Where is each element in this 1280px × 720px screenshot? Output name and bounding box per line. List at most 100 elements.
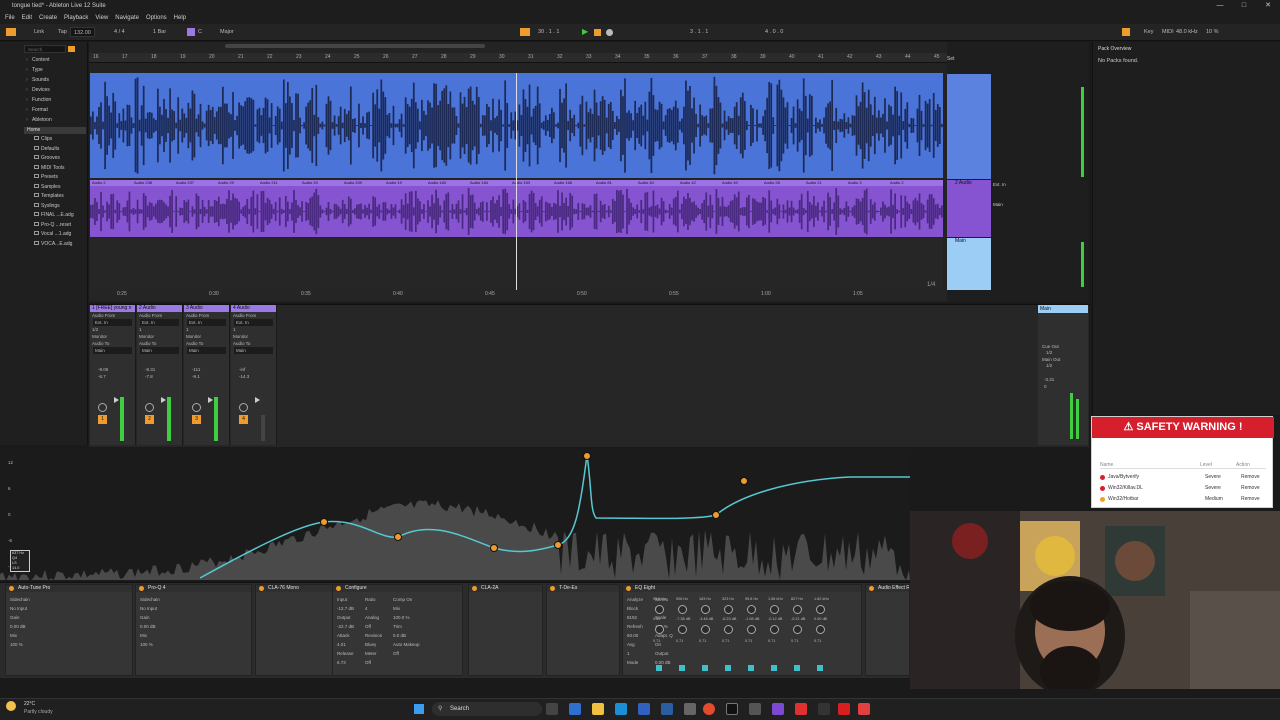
device-power-icon[interactable] <box>626 586 631 591</box>
pan-knob[interactable] <box>145 403 154 412</box>
menu-file[interactable]: File <box>5 12 15 24</box>
eq-band-gain[interactable]: -0.21 dB <box>791 617 805 621</box>
browser-filter-4[interactable]: › Function <box>26 97 51 103</box>
safety-warning-popup[interactable]: ⚠ SAFETY WARNING ! Name Level Action Jav… <box>1091 416 1274 508</box>
eq-band-gain-knob[interactable] <box>724 625 733 634</box>
link-button[interactable]: Link <box>34 27 44 37</box>
eq-band-gain-knob[interactable] <box>747 625 756 634</box>
scale-select[interactable]: Major <box>220 27 234 37</box>
menu-navigate[interactable]: Navigate <box>115 12 139 24</box>
fader-handle[interactable] <box>208 397 213 403</box>
browser-filter-1[interactable]: › Type <box>26 67 43 73</box>
device-power-icon[interactable] <box>139 586 144 591</box>
browser-item[interactable]: Defaults <box>34 145 59 152</box>
browser-item[interactable]: VOCA...E.adg <box>34 240 72 247</box>
eq-band-q[interactable]: 0.71 <box>676 639 683 643</box>
input-select[interactable]: Ext. In <box>93 319 132 326</box>
device-title[interactable]: T-De-Es <box>547 585 619 592</box>
device-param[interactable]: Mix <box>10 633 17 638</box>
warning-row[interactable]: Win32/Hotbar Medium Remove <box>1100 496 1266 502</box>
browser-filter-6[interactable]: › Abletoon <box>26 117 52 123</box>
start-icon[interactable] <box>414 704 424 714</box>
volume-value[interactable]: -inf <box>231 366 276 373</box>
eq-band-gain[interactable]: -3.48 dB <box>699 617 713 621</box>
warning-row[interactable]: Java/Bytverify Severe Remove <box>1100 474 1266 480</box>
store-icon[interactable] <box>638 703 650 715</box>
discord-icon[interactable] <box>772 703 784 715</box>
device-param[interactable]: 1 <box>627 651 630 656</box>
key-select[interactable]: C <box>198 27 202 37</box>
browser-item[interactable]: FINAL ...E.adg <box>34 212 74 218</box>
eq-curve[interactable] <box>0 450 910 582</box>
device-power-icon[interactable] <box>336 586 341 591</box>
input-channel-select[interactable]: 1 <box>137 326 182 333</box>
eq-band-gain-knob[interactable] <box>770 625 779 634</box>
track-2-output[interactable]: Main <box>993 202 1003 207</box>
track-2-input[interactable]: Ext. In <box>993 182 1006 187</box>
eq-band-gain-knob[interactable] <box>816 625 825 634</box>
device-param[interactable]: Off <box>393 651 399 656</box>
eq-band-number[interactable] <box>794 665 800 671</box>
input-channel-select[interactable]: 1 <box>184 326 229 333</box>
weather-temp[interactable]: 22°C <box>24 701 35 707</box>
cue-out-select[interactable]: 1/2 <box>1044 349 1052 356</box>
input-channel-select[interactable]: 1/2 <box>90 326 135 333</box>
eq-band-freq-knob[interactable] <box>678 605 687 614</box>
browser-item[interactable]: Samples <box>34 183 60 190</box>
device-param[interactable]: Meter <box>365 651 377 656</box>
remove-link[interactable]: Remove <box>1241 485 1260 491</box>
device-param[interactable]: Analyze <box>627 597 643 602</box>
device-title[interactable]: Audio Effect Ra... <box>866 585 909 592</box>
browser-item[interactable]: MIDI Tools <box>34 164 65 171</box>
track-number-button[interactable]: 1 <box>98 415 107 424</box>
browser-filter-2[interactable]: › Sounds <box>26 77 49 83</box>
track-number-button[interactable]: 4 <box>239 415 248 424</box>
arrangement-view-icon[interactable] <box>6 28 16 36</box>
output-select[interactable]: Main <box>93 347 132 354</box>
eq-band-freq-knob[interactable] <box>701 605 710 614</box>
fader-handle[interactable] <box>255 397 260 403</box>
song-position[interactable]: 30 . 1 . 1 <box>538 27 559 37</box>
device-param[interactable]: Mix <box>140 633 147 638</box>
track-number-button[interactable]: 3 <box>192 415 201 424</box>
filter-icon[interactable] <box>68 46 75 52</box>
volume-value[interactable]: -8.31 <box>137 366 182 373</box>
volume-value[interactable]: -111 <box>184 366 229 373</box>
eq-band-number[interactable] <box>679 665 685 671</box>
eq-band-q[interactable]: 0.71 <box>699 639 706 643</box>
play-icon[interactable]: ▶ <box>582 27 588 37</box>
device-param[interactable]: Revision <box>365 633 382 638</box>
eq-band-gain-knob[interactable] <box>793 625 802 634</box>
eq-band-number[interactable] <box>702 665 708 671</box>
eq-band-handle[interactable] <box>583 452 591 460</box>
eq-band-freq-knob[interactable] <box>724 605 733 614</box>
eq-band-freq[interactable]: 1.56 kHz <box>768 597 783 601</box>
eq-band-handle[interactable] <box>712 511 720 519</box>
browser-home[interactable]: Home <box>24 127 86 134</box>
device-param[interactable]: Output <box>655 651 669 656</box>
eq-band-freq[interactable]: 183 Hz <box>699 597 711 601</box>
device-param[interactable]: Sidechain <box>10 597 30 602</box>
main-out-select[interactable]: 1/2 <box>1044 362 1052 369</box>
file-explorer-icon[interactable] <box>592 703 604 715</box>
eq-band-number[interactable] <box>817 665 823 671</box>
eq-band-number[interactable] <box>771 665 777 671</box>
app2-icon[interactable] <box>749 703 761 715</box>
menu-options[interactable]: Options <box>146 12 167 24</box>
eq-band-freq[interactable]: 95.8 Hz <box>745 597 758 601</box>
device-title[interactable]: Pro-Q 4 <box>136 585 251 592</box>
key-map-icon[interactable] <box>1122 28 1130 36</box>
app3-icon[interactable] <box>795 703 807 715</box>
eq-band-freq-knob[interactable] <box>816 605 825 614</box>
device-param[interactable]: Comp On <box>393 597 412 602</box>
close-icon[interactable]: ✕ <box>1256 0 1280 12</box>
eq-band-handle[interactable] <box>740 477 748 485</box>
warning-row[interactable]: Win32/Killav.DL Severe Remove <box>1100 485 1266 491</box>
tempo-field[interactable]: 132.00 <box>70 27 95 37</box>
app5-icon[interactable] <box>838 703 850 715</box>
device-param[interactable]: Analog <box>365 615 379 620</box>
device-param[interactable]: 8192 <box>627 615 637 620</box>
eq-band-q[interactable]: 0.71 <box>745 639 752 643</box>
remove-link[interactable]: Remove <box>1241 474 1260 480</box>
channel-name[interactable]: 4 Audio <box>231 305 276 312</box>
